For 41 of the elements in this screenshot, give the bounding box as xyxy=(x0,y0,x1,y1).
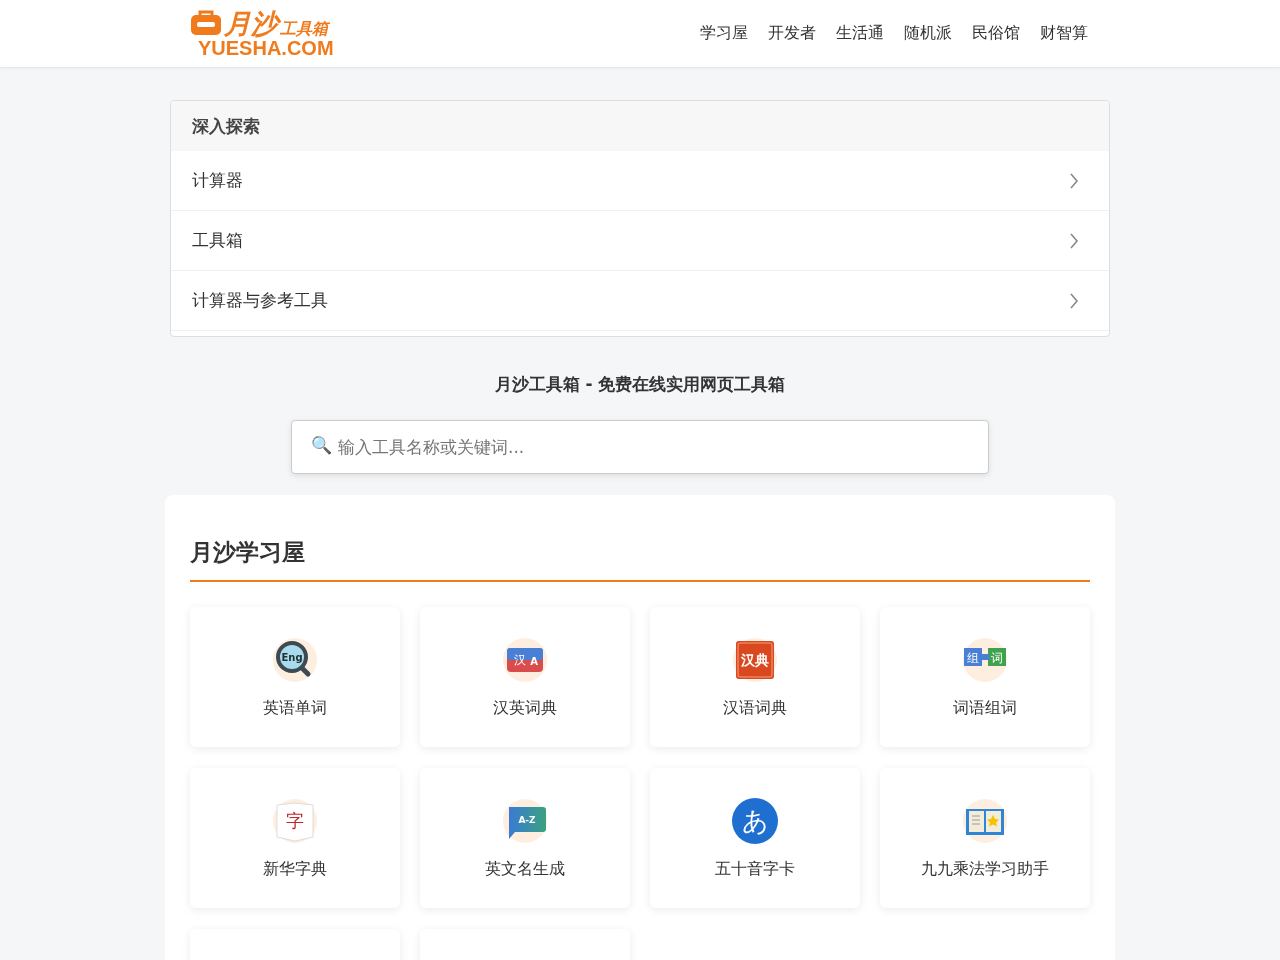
book-icon: 字 xyxy=(271,796,319,845)
magnifier-icon: Eng xyxy=(271,635,319,684)
chevron-right-icon xyxy=(1069,232,1079,249)
open-book-icon xyxy=(961,796,1009,845)
tool-label: 汉英词典 xyxy=(493,697,557,719)
nav-link[interactable]: 开发者 xyxy=(766,19,818,48)
nav-link[interactable]: 生活通 xyxy=(834,19,886,48)
site-title: 月沙工具箱 - 免费在线实用网页工具箱 xyxy=(494,373,786,396)
tool-label: 新华字典 xyxy=(263,858,327,880)
panel-header: 深入探索 xyxy=(171,101,1109,151)
tool-card[interactable]: 字 新华字典 xyxy=(190,768,400,908)
blocks-icon: 组 词 xyxy=(961,635,1009,684)
nav-link[interactable]: 财智算 xyxy=(1038,19,1090,48)
tool-label: 英文名生成 xyxy=(485,858,565,880)
search-icon: 🔍 xyxy=(311,435,332,455)
chevron-right-icon xyxy=(1069,172,1079,189)
tool-label: 九九乘法学习助手 xyxy=(921,858,1049,880)
chevron-right-icon xyxy=(1069,292,1079,309)
tool-label: 词语组词 xyxy=(953,697,1017,719)
tool-card[interactable]: Eng 英语单词 xyxy=(190,607,400,747)
tool-card[interactable]: 汉典 汉语词典 xyxy=(650,607,860,747)
explore-item[interactable]: 计算器 xyxy=(171,151,1109,211)
tool-label: 汉语词典 xyxy=(723,697,787,719)
nav-link[interactable]: 学习屋 xyxy=(698,19,750,48)
explore-item[interactable]: 工具箱 xyxy=(171,211,1109,271)
nav-link[interactable]: 民俗馆 xyxy=(970,19,1022,48)
tool-label: 五十音字卡 xyxy=(715,858,795,880)
explore-item[interactable]: 计算器与参考工具 xyxy=(171,271,1109,331)
kana-icon: あ xyxy=(731,796,779,845)
tool-card[interactable]: 九九乘法学习助手 xyxy=(880,768,1090,908)
tool-label: 英语单词 xyxy=(263,697,327,719)
nav-link[interactable]: 随机派 xyxy=(902,19,954,48)
section-title: 月沙学习屋 xyxy=(190,537,1090,582)
tool-card[interactable]: A-Z 英文名生成 xyxy=(420,768,630,908)
dictionary-icon: 汉典 xyxy=(731,635,779,684)
toolbox-icon xyxy=(190,9,222,37)
logo-domain: YUESHA.COM xyxy=(198,38,334,58)
logo-subtext: 工具箱 xyxy=(280,21,328,37)
speech-bubble-icon: A-Z xyxy=(501,796,549,845)
tool-card[interactable]: 组 词 词语组词 xyxy=(880,607,1090,747)
tool-card[interactable]: あ 五十音字卡 xyxy=(650,768,860,908)
